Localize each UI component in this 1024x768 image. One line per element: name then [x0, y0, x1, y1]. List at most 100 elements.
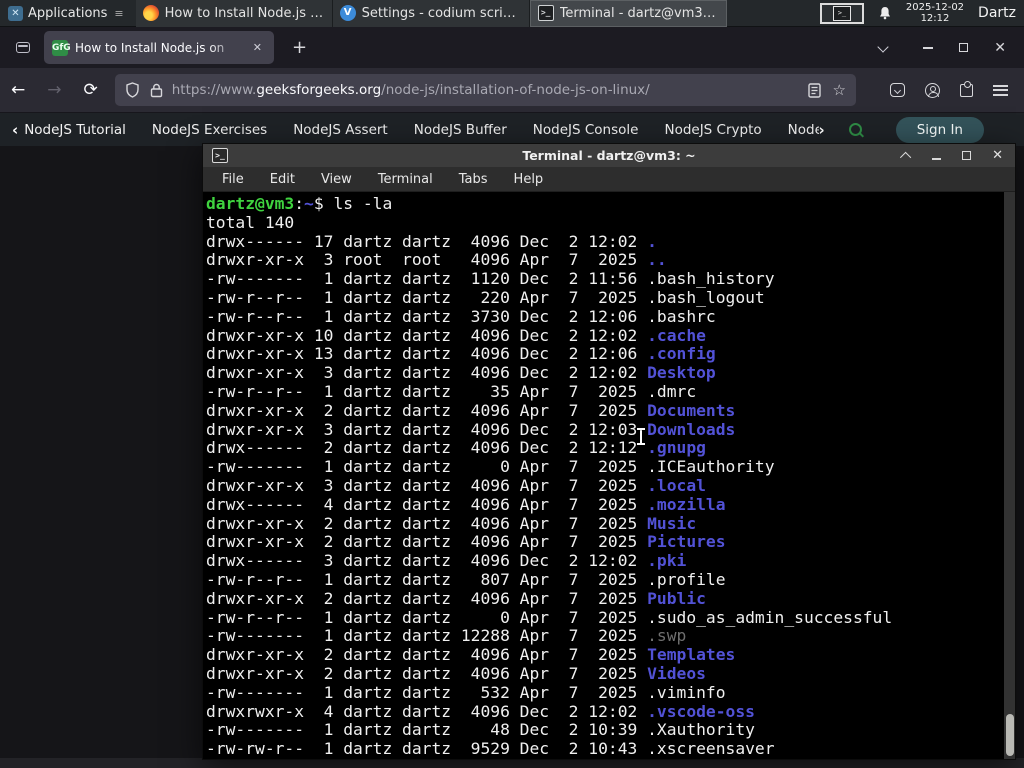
- task-button-firefox[interactable]: How to Install Node.js o...: [135, 0, 333, 27]
- nav-link-nodejs-dns[interactable]: NodeJS DNS: [788, 122, 819, 138]
- url-bar[interactable]: https://www.geeksforgeeks.org/node-js/in…: [114, 74, 856, 106]
- terminal-menubar: File Edit View Terminal Tabs Help: [203, 167, 1015, 192]
- terminal-close-button[interactable]: ✕: [992, 149, 1003, 162]
- task-button-terminal[interactable]: >_ Terminal - dartz@vm3: ~: [529, 0, 727, 27]
- maximize-button[interactable]: [959, 43, 969, 52]
- nav-link-nodejs-buffer[interactable]: NodeJS Buffer: [414, 122, 533, 138]
- task-button-vscodium[interactable]: V Settings - codium script...: [332, 0, 530, 27]
- shell-command: ls -la: [333, 194, 393, 213]
- terminal-output[interactable]: dartz@vm3:~$ ls -la total 140 drwx------…: [203, 192, 1015, 759]
- terminal-titlebar[interactable]: >_ Terminal - dartz@vm3: ~ ✕: [203, 144, 1015, 167]
- ls-row-filename: Public: [647, 588, 706, 608]
- panel-clock[interactable]: 2025-12-02 12:12: [906, 2, 964, 24]
- applications-menu-button[interactable]: ✕ Applications ≡: [0, 0, 132, 27]
- firefox-view-icon: [16, 42, 30, 53]
- terminal-menu-file[interactable]: File: [222, 172, 244, 187]
- browser-tab-active[interactable]: GfG How to Install Node.js on ✕: [44, 31, 274, 64]
- ls-row-meta: drwxr-xr-x 2 dartz dartz 4096 Apr 7 2025: [206, 588, 648, 608]
- lock-icon[interactable]: [150, 83, 163, 98]
- list-all-tabs-icon[interactable]: [877, 40, 889, 55]
- nav-link-nodejs-assert[interactable]: NodeJS Assert: [293, 122, 414, 138]
- ls-row-meta: drwxr-xr-x 2 dartz dartz 4096 Apr 7 2025: [206, 532, 648, 552]
- terminal-menu-tabs[interactable]: Tabs: [459, 172, 488, 187]
- terminal-scrollbar[interactable]: [1004, 192, 1015, 759]
- terminal-scrollbar-thumb[interactable]: [1005, 714, 1014, 756]
- ls-row-filename: .gnupg: [647, 438, 706, 458]
- terminal-icon: >_: [537, 5, 554, 21]
- terminal-menu-help[interactable]: Help: [514, 172, 544, 187]
- ls-row-filename: .cache: [647, 325, 706, 345]
- nav-link-nodejs-crypto[interactable]: NodeJS Crypto: [664, 122, 787, 138]
- ls-row: drwx------ 4 dartz dartz 4096 Apr 7 2025…: [206, 494, 1015, 515]
- ls-row-meta: -rw------- 1 dartz dartz 532 Apr 7 2025: [206, 682, 648, 702]
- ls-row-filename: Videos: [647, 663, 706, 683]
- total-line: total 140: [206, 212, 295, 232]
- app-menu-icon[interactable]: [993, 84, 1008, 96]
- ls-row-filename: .swp: [647, 626, 687, 646]
- back-icon[interactable]: ←: [11, 80, 25, 100]
- bookmark-star-icon[interactable]: ☆: [833, 81, 846, 99]
- workspace-switcher[interactable]: >_: [819, 2, 864, 24]
- close-button[interactable]: ✕: [994, 41, 1006, 55]
- tracking-shield-icon[interactable]: [125, 82, 140, 98]
- ls-row-meta: -rw------- 1 dartz dartz 12288 Apr 7 202…: [206, 626, 648, 646]
- new-tab-button[interactable]: +: [284, 37, 315, 58]
- terminal-window-controls: ✕: [900, 149, 1015, 163]
- ls-row: -rw------- 1 dartz dartz 12288 Apr 7 202…: [206, 626, 1015, 646]
- nav-link-nodejs-tutorial[interactable]: NodeJS Tutorial: [24, 122, 152, 138]
- ls-row: drwxr-xr-x 2 dartz dartz 4096 Apr 7 2025…: [206, 588, 1015, 609]
- notification-bell-icon[interactable]: [878, 6, 892, 20]
- terminal-menu-view[interactable]: View: [321, 172, 352, 187]
- ls-row-meta: drwx------ 17 dartz dartz 4096 Dec 2 12:…: [206, 231, 648, 251]
- ls-row-filename: .Xauthority: [647, 720, 755, 740]
- ls-row-filename: .profile: [647, 569, 726, 589]
- url-text: https://www.geeksforgeeks.org/node-js/in…: [171, 82, 650, 98]
- firefox-view-button[interactable]: [10, 35, 36, 61]
- ls-row-meta: drwxr-xr-x 3 dartz dartz 4096 Apr 7 2025: [206, 475, 648, 495]
- ls-row: -rw------- 1 dartz dartz 1120 Dec 2 11:5…: [206, 269, 1015, 289]
- reload-icon[interactable]: ⟳: [84, 80, 98, 100]
- minimize-button[interactable]: [923, 46, 934, 49]
- ls-row: drwxr-xr-x 2 dartz dartz 4096 Apr 7 2025…: [206, 663, 1015, 684]
- forward-icon[interactable]: →: [47, 80, 61, 100]
- session-user-menu[interactable]: Dartz: [978, 5, 1016, 21]
- ls-row-meta: drwxr-xr-x 2 dartz dartz 4096 Apr 7 2025: [206, 645, 648, 665]
- pocket-icon[interactable]: [890, 83, 905, 97]
- ls-row-filename: .pki: [647, 551, 687, 571]
- nav-scroll-right-icon[interactable]: ›: [819, 121, 825, 139]
- ls-row: -rw------- 1 dartz dartz 48 Dec 2 10:39 …: [206, 720, 1015, 740]
- extensions-icon[interactable]: [960, 80, 973, 97]
- terminal-app-icon: >_: [212, 148, 228, 163]
- ls-row: drwxr-xr-x 3 dartz dartz 4096 Dec 2 12:0…: [206, 420, 1015, 440]
- sign-in-button[interactable]: Sign In: [895, 116, 984, 143]
- ls-row-meta: -rw-r--r-- 1 dartz dartz 0 Apr 7 2025: [206, 607, 648, 627]
- terminal-menu-terminal[interactable]: Terminal: [378, 172, 433, 187]
- reader-mode-icon[interactable]: [807, 82, 821, 98]
- account-icon[interactable]: [925, 82, 940, 98]
- firefox-icon: [142, 5, 159, 21]
- terminal-menu-edit[interactable]: Edit: [270, 172, 295, 187]
- ls-row: -rw-r--r-- 1 dartz dartz 3730 Dec 2 12:0…: [206, 306, 1015, 327]
- ls-row: -rw-r--r-- 1 dartz dartz 220 Apr 7 2025 …: [206, 288, 1015, 308]
- ls-row-filename: Music: [647, 513, 697, 533]
- nav-scroll-left-icon[interactable]: ‹: [12, 121, 18, 139]
- ls-row: -rw-rw-r-- 1 dartz dartz 9529 Dec 2 10:4…: [206, 739, 1015, 759]
- ls-row: drwx------ 3 dartz dartz 4096 Dec 2 12:0…: [206, 551, 1015, 571]
- ls-row: drwxr-xr-x 3 dartz dartz 4096 Dec 2 12:0…: [206, 363, 1015, 383]
- ls-row-filename: .bashrc: [647, 306, 716, 326]
- tab-close-icon[interactable]: ✕: [249, 39, 266, 56]
- ls-row-meta: drwx------ 4 dartz dartz 4096 Apr 7 2025: [206, 494, 648, 514]
- rollup-icon[interactable]: [900, 151, 912, 163]
- shell-prompt-line: dartz@vm3:~$ ls -la: [206, 194, 393, 213]
- terminal-maximize-button[interactable]: [962, 151, 972, 160]
- terminal-minimize-button[interactable]: [932, 157, 942, 160]
- ls-row: -rw------- 1 dartz dartz 532 Apr 7 2025 …: [206, 682, 1015, 703]
- nav-link-nodejs-console[interactable]: NodeJS Console: [533, 122, 665, 138]
- ls-row-filename: Pictures: [647, 532, 726, 552]
- ls-row-meta: drwx------ 2 dartz dartz 4096 Dec 2 12:1…: [206, 438, 648, 458]
- ls-row-meta: drwx------ 3 dartz dartz 4096 Dec 2 12:0…: [206, 551, 648, 571]
- nav-link-nodejs-exercises[interactable]: NodeJS Exercises: [152, 122, 293, 138]
- gfg-favicon: GfG: [52, 39, 71, 56]
- ls-row: drwxrwxr-x 4 dartz dartz 4096 Dec 2 12:0…: [206, 702, 1015, 722]
- search-icon[interactable]: [848, 123, 862, 136]
